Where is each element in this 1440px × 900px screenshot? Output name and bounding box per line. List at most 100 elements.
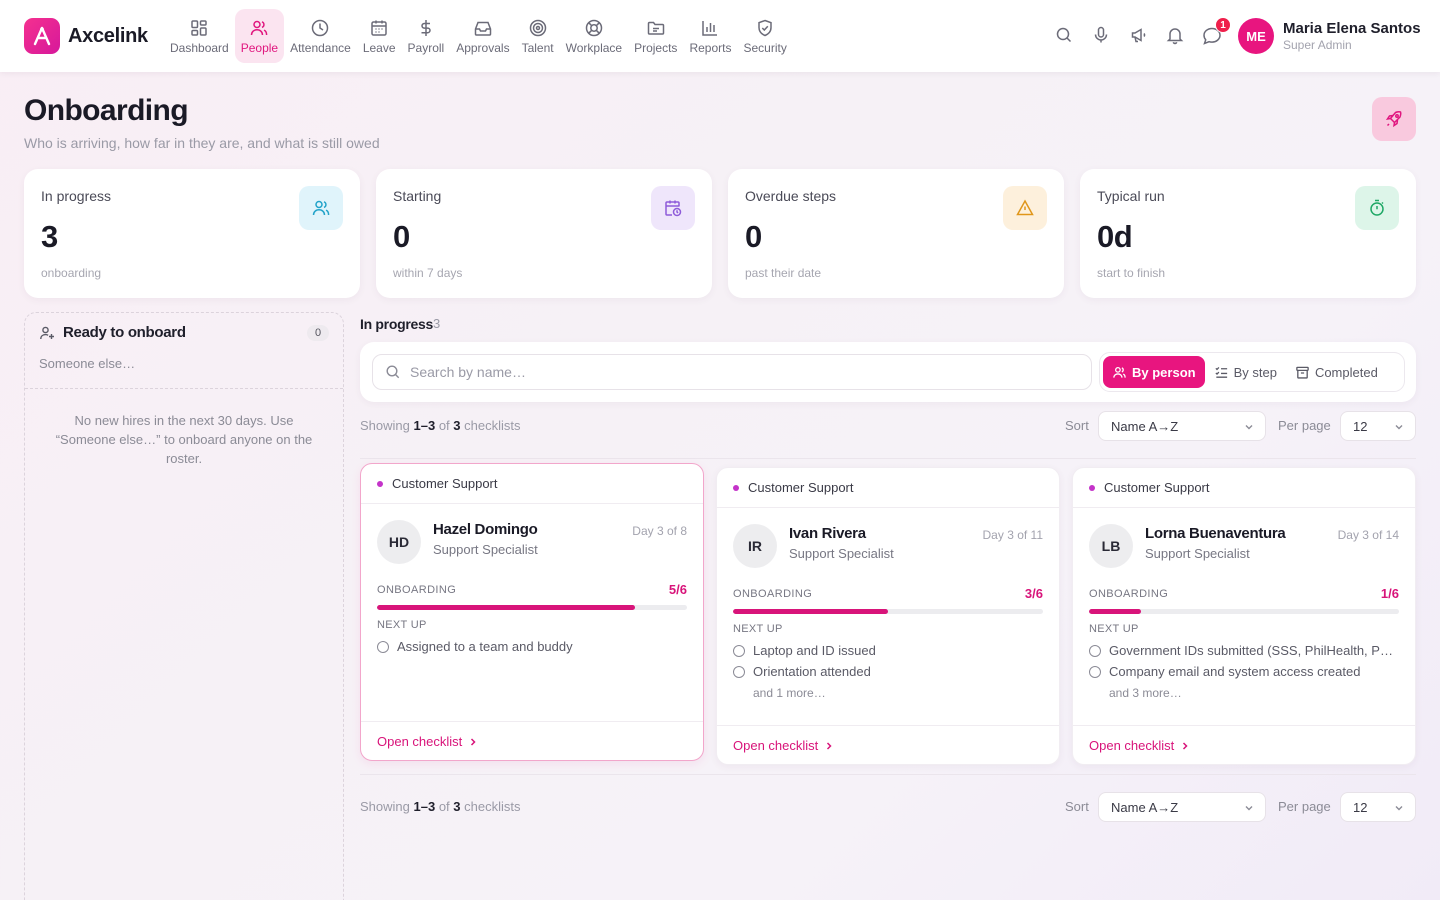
stat-value: 0 <box>745 219 762 254</box>
pagination-bar-top: Showing 1–3 of 3 checklists Sort Name A→… <box>360 411 1416 441</box>
card-divider <box>361 721 703 722</box>
view-label: By person <box>1132 364 1196 380</box>
department-dot <box>733 484 739 491</box>
day-counter: Day 3 of 11 <box>982 528 1043 542</box>
divider <box>360 774 1416 775</box>
department-dot <box>377 480 383 487</box>
user-name[interactable]: Maria Elena Santos <box>1283 20 1421 37</box>
search-input[interactable] <box>410 364 1070 380</box>
per-page-label: Per page <box>1278 418 1331 433</box>
section-count: 3 <box>433 316 441 331</box>
stat-card-overdue: Overdue steps 0 past their date <box>728 169 1064 298</box>
panel-header: Ready to onboard <box>39 324 186 341</box>
showing-suffix: checklists <box>464 418 521 433</box>
next-step-item: Government IDs submitted (SSS, PhilHealt… <box>1089 643 1399 658</box>
someone-else-link[interactable]: Someone else… <box>39 356 135 371</box>
warning-icon <box>1003 186 1047 230</box>
showing-summary: Showing 1–3 of 3 checklists <box>360 799 521 814</box>
pagination-bar-bottom: Showing 1–3 of 3 checklists Sort Name A→… <box>360 792 1416 822</box>
card-divider <box>717 725 1059 726</box>
view-toggle: By person By step Completed <box>1099 352 1405 392</box>
circle-icon <box>733 644 745 657</box>
user-plus-icon <box>40 326 54 339</box>
progress-fill <box>1089 609 1141 614</box>
card-divider <box>717 507 1059 508</box>
step-label: Orientation attended <box>753 664 871 679</box>
more-steps-note: and 1 more… <box>753 686 826 700</box>
user-avatar[interactable]: ME <box>1238 18 1274 54</box>
chevron-down-icon <box>1245 425 1253 430</box>
launch-button[interactable] <box>1372 97 1416 141</box>
circle-icon <box>1089 644 1101 657</box>
bell-icon <box>1166 28 1184 45</box>
sort-select[interactable]: Name A→Z <box>1098 411 1266 441</box>
person-name: Hazel Domingo <box>433 521 538 538</box>
circle-icon <box>1089 665 1101 678</box>
open-checklist-link[interactable]: Open checklist <box>733 738 834 753</box>
open-checklist-link[interactable]: Open checklist <box>1089 738 1190 753</box>
panel-divider <box>25 388 343 389</box>
showing-prefix: Showing <box>360 418 410 433</box>
chevron-down-icon <box>1395 806 1403 811</box>
sort-value: Name A→Z <box>1111 418 1179 434</box>
users-icon <box>1113 366 1126 378</box>
view-by-person-button[interactable]: By person <box>1103 356 1205 388</box>
announcements-button[interactable] <box>1129 25 1151 47</box>
sort-label: Sort <box>1065 418 1089 433</box>
stat-card-typical-run: Typical run 0d start to finish <box>1080 169 1416 298</box>
onboarding-label: ONBOARDING <box>377 584 457 596</box>
section-title: In progress <box>360 316 433 332</box>
stat-value: 3 <box>41 219 58 254</box>
step-label: Government IDs submitted (SSS, PhilHealt… <box>1109 643 1399 658</box>
per-page-label: Per page <box>1278 799 1331 814</box>
open-checklist-label: Open checklist <box>733 738 819 753</box>
progress-fill <box>733 609 888 614</box>
rocket-icon <box>1385 111 1402 128</box>
view-completed-button[interactable]: Completed <box>1286 356 1387 388</box>
per-page-value: 12 <box>1353 418 1368 434</box>
checklist-card[interactable]: Customer Support LB Lorna Buenaventura S… <box>1072 467 1416 765</box>
per-page-select[interactable]: 12 <box>1340 792 1416 822</box>
notifications-button[interactable] <box>1165 25 1187 47</box>
user-role: Super Admin <box>1283 38 1352 52</box>
stat-note: onboarding <box>41 266 102 280</box>
per-page-select[interactable]: 12 <box>1340 411 1416 441</box>
stat-card-starting: Starting 0 within 7 days <box>376 169 712 298</box>
onboarding-label: ONBOARDING <box>733 588 813 600</box>
sort-select[interactable]: Name A→Z <box>1098 792 1266 822</box>
voice-button[interactable] <box>1091 25 1113 47</box>
progress-fill <box>377 605 636 610</box>
search-icon <box>386 365 400 379</box>
next-up-label: NEXT UP <box>733 623 783 635</box>
step-label: Company email and system access created <box>1109 664 1361 679</box>
more-steps-note: and 3 more… <box>1109 686 1182 700</box>
department-name: Customer Support <box>748 480 854 495</box>
circle-icon <box>733 665 745 678</box>
search-button[interactable] <box>1054 25 1076 47</box>
calendar-clock-icon <box>651 186 695 230</box>
chevron-right-icon <box>1183 741 1188 750</box>
checklist-card[interactable]: Customer Support IR Ivan Rivera Support … <box>716 467 1060 765</box>
view-by-step-button[interactable]: By step <box>1205 356 1286 388</box>
person-role: Support Specialist <box>789 546 894 561</box>
progress-ratio: 5/6 <box>668 582 687 597</box>
messages-button[interactable]: 1 <box>1201 17 1231 47</box>
progress-ratio: 3/6 <box>1024 586 1043 601</box>
onboarding-label: ONBOARDING <box>1089 588 1169 600</box>
open-checklist-link[interactable]: Open checklist <box>377 734 478 749</box>
next-step-item: Assigned to a team and buddy <box>377 639 687 654</box>
showing-total: 3 <box>453 799 461 814</box>
open-checklist-label: Open checklist <box>377 734 463 749</box>
next-up-label: NEXT UP <box>377 619 427 631</box>
next-step-item: Laptop and ID issued <box>733 643 1043 658</box>
circle-icon <box>377 640 389 653</box>
ready-count-badge: 0 <box>307 325 329 341</box>
card-divider <box>1073 725 1415 726</box>
next-step-item: Orientation attended <box>733 664 1043 679</box>
checklist-card[interactable]: Customer Support HD Hazel Domingo Suppor… <box>360 463 704 761</box>
stat-label: In progress <box>41 188 112 204</box>
department-tag: Customer Support <box>1089 480 1210 495</box>
stat-note: past their date <box>745 266 822 280</box>
chevron-down-icon <box>1245 806 1253 811</box>
next-up-label: NEXT UP <box>1089 623 1139 635</box>
